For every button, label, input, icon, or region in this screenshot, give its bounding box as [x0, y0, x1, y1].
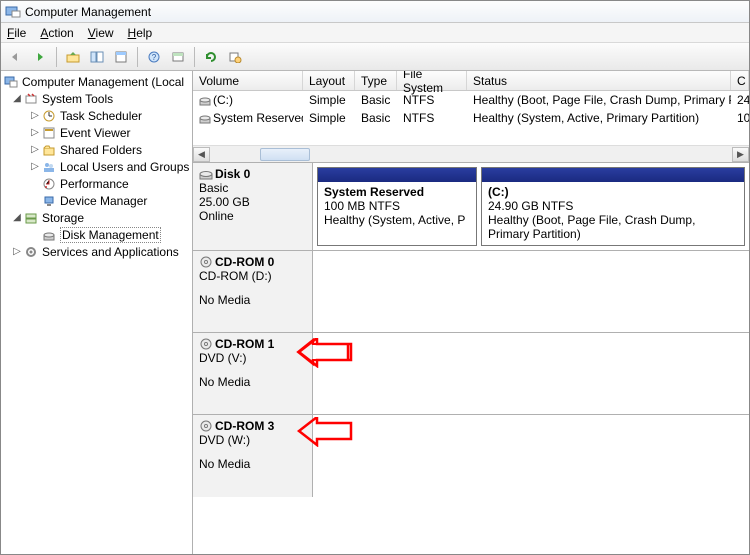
menu-help[interactable]: Help [128, 26, 153, 40]
titlebar: Computer Management [1, 1, 749, 23]
expand-icon[interactable]: ▷ [29, 127, 41, 138]
tree-event-viewer[interactable]: ▷Event Viewer [1, 124, 192, 141]
collapse-icon[interactable]: ◢ [11, 212, 23, 223]
forward-button[interactable] [29, 46, 51, 68]
back-button[interactable] [5, 46, 27, 68]
volume-row[interactable]: (C:) Simple Basic NTFS Healthy (Boot, Pa… [193, 91, 749, 109]
refresh-view-button[interactable] [167, 46, 189, 68]
menu-action[interactable]: Action [40, 26, 73, 40]
tree-performance[interactable]: Performance [1, 175, 192, 192]
show-hide-tree-button[interactable] [86, 46, 108, 68]
settings-button[interactable] [224, 46, 246, 68]
expand-icon[interactable]: ▷ [29, 110, 41, 121]
svg-text:?: ? [152, 53, 157, 62]
col-capacity[interactable]: C [731, 71, 749, 90]
disk-label[interactable]: CD-ROM 3 DVD (W:) No Media [193, 415, 313, 497]
folder-share-icon [41, 142, 57, 158]
clock-icon [41, 108, 57, 124]
content-pane: Volume Layout Type File System Status C … [193, 71, 749, 554]
expand-icon[interactable]: ▷ [29, 144, 41, 155]
disk-label[interactable]: CD-ROM 0 CD-ROM (D:) No Media [193, 251, 313, 332]
h-scrollbar[interactable]: ◀ ▶ [193, 145, 749, 162]
tree-task-scheduler[interactable]: ▷Task Scheduler [1, 107, 192, 124]
toolbar: ? [1, 43, 749, 71]
tools-icon [23, 91, 39, 107]
nav-tree[interactable]: Computer Management (Local ◢ System Tool… [1, 71, 193, 554]
tree-system-tools[interactable]: ◢ System Tools [1, 90, 192, 107]
disk-label[interactable]: CD-ROM 1 DVD (V:) No Media [193, 333, 313, 414]
menubar: File Action View Help [1, 23, 749, 43]
performance-icon [41, 176, 57, 192]
expand-icon[interactable]: ▷ [29, 161, 41, 172]
up-button[interactable] [62, 46, 84, 68]
users-icon [41, 159, 57, 175]
scroll-thumb[interactable] [260, 148, 310, 161]
volume-list[interactable]: Volume Layout Type File System Status C … [193, 71, 749, 163]
tree-storage[interactable]: ◢Storage [1, 209, 192, 226]
disk-row-0[interactable]: Disk 0 Basic 25.00 GB Online System Rese… [193, 163, 749, 251]
app-icon [5, 4, 21, 20]
tree-shared-folders[interactable]: ▷Shared Folders [1, 141, 192, 158]
volume-row[interactable]: System Reserved Simple Basic NTFS Health… [193, 109, 749, 127]
scroll-left-icon[interactable]: ◀ [193, 147, 210, 162]
disk-row-cdrom0[interactable]: CD-ROM 0 CD-ROM (D:) No Media [193, 251, 749, 333]
help-button[interactable]: ? [143, 46, 165, 68]
tree-local-users[interactable]: ▷Local Users and Groups [1, 158, 192, 175]
storage-icon [23, 210, 39, 226]
collapse-icon[interactable]: ◢ [11, 93, 23, 104]
disk-row-cdrom3[interactable]: CD-ROM 3 DVD (W:) No Media [193, 415, 749, 497]
computer-icon [3, 74, 19, 90]
tree-device-manager[interactable]: Device Manager [1, 192, 192, 209]
col-filesystem[interactable]: File System [397, 71, 467, 90]
tree-root[interactable]: Computer Management (Local [1, 73, 192, 90]
device-icon [41, 193, 57, 209]
disk-icon [41, 227, 57, 243]
col-volume[interactable]: Volume [193, 71, 303, 90]
col-status[interactable]: Status [467, 71, 731, 90]
window-title: Computer Management [25, 5, 151, 19]
col-layout[interactable]: Layout [303, 71, 355, 90]
scroll-right-icon[interactable]: ▶ [732, 147, 749, 162]
menu-view[interactable]: View [88, 26, 114, 40]
tree-services-apps[interactable]: ▷Services and Applications [1, 243, 192, 260]
refresh-button[interactable] [200, 46, 222, 68]
menu-file[interactable]: File [7, 26, 26, 40]
tree-disk-management[interactable]: Disk Management [1, 226, 192, 243]
services-icon [23, 244, 39, 260]
properties-button[interactable] [110, 46, 132, 68]
col-type[interactable]: Type [355, 71, 397, 90]
partition-c[interactable]: (C:) 24.90 GB NTFS Healthy (Boot, Page F… [481, 167, 745, 246]
disk-row-cdrom1[interactable]: CD-ROM 1 DVD (V:) No Media [193, 333, 749, 415]
expand-icon[interactable]: ▷ [11, 246, 23, 257]
volume-header[interactable]: Volume Layout Type File System Status C [193, 71, 749, 91]
disk-label[interactable]: Disk 0 Basic 25.00 GB Online [193, 163, 313, 250]
partition-system-reserved[interactable]: System Reserved 100 MB NTFS Healthy (Sys… [317, 167, 477, 246]
event-icon [41, 125, 57, 141]
